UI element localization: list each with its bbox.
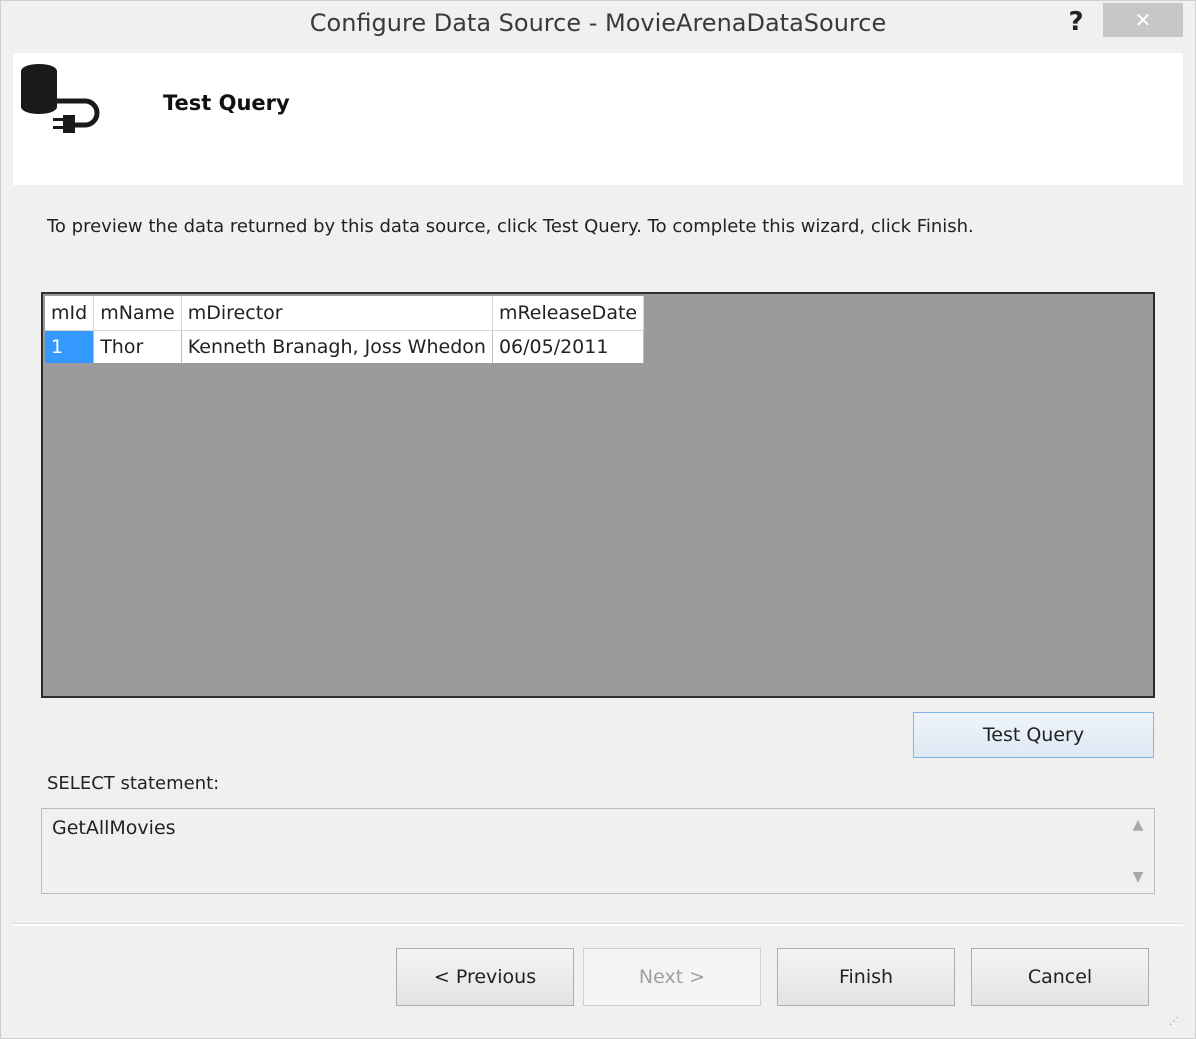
- cell-mdirector[interactable]: Kenneth Branagh, Joss Whedon: [181, 330, 493, 363]
- column-header-mname[interactable]: mName: [93, 296, 182, 331]
- finish-button[interactable]: Finish: [777, 948, 955, 1006]
- results-table: mId mName mDirector mReleaseDate 1 Thor …: [45, 296, 645, 363]
- footer-divider: [13, 923, 1183, 926]
- configure-data-source-dialog: Configure Data Source - MovieArenaDataSo…: [0, 0, 1196, 1039]
- resize-grip-icon[interactable]: ⋰: [1169, 1016, 1181, 1028]
- table-row[interactable]: 1 Thor Kenneth Branagh, Joss Whedon 06/0…: [45, 330, 645, 363]
- test-query-button[interactable]: Test Query: [913, 712, 1154, 758]
- results-grid[interactable]: mId mName mDirector mReleaseDate 1 Thor …: [41, 292, 1155, 698]
- cell-mreleasedate[interactable]: 06/05/2011: [492, 330, 645, 363]
- previous-button[interactable]: < Previous: [396, 948, 574, 1006]
- help-button[interactable]: ?: [1061, 5, 1091, 39]
- window-title: Configure Data Source - MovieArenaDataSo…: [309, 9, 887, 37]
- select-statement-field[interactable]: GetAllMovies ▲ ▼: [41, 808, 1155, 894]
- wizard-header: Test Query: [13, 53, 1183, 185]
- column-header-mdirector[interactable]: mDirector: [181, 296, 493, 331]
- instructions-text: To preview the data returned by this dat…: [47, 216, 974, 237]
- cell-mname[interactable]: Thor: [93, 330, 182, 363]
- database-plug-icon: [21, 64, 100, 133]
- column-header-mreleasedate[interactable]: mReleaseDate: [492, 296, 645, 331]
- next-button[interactable]: Next >: [583, 948, 761, 1006]
- close-button[interactable]: ✕: [1103, 3, 1183, 37]
- scroll-up-icon[interactable]: ▲: [1128, 815, 1148, 835]
- title-bar: Configure Data Source - MovieArenaDataSo…: [1, 1, 1195, 53]
- scroll-down-icon[interactable]: ▼: [1128, 867, 1148, 887]
- cell-mid[interactable]: 1: [45, 330, 95, 363]
- select-statement-label: SELECT statement:: [47, 773, 220, 794]
- column-header-mid[interactable]: mId: [45, 296, 95, 331]
- cancel-button[interactable]: Cancel: [971, 948, 1149, 1006]
- page-title: Test Query: [163, 91, 290, 115]
- header-row: mId mName mDirector mReleaseDate: [45, 296, 645, 331]
- select-statement-value: GetAllMovies: [52, 817, 176, 839]
